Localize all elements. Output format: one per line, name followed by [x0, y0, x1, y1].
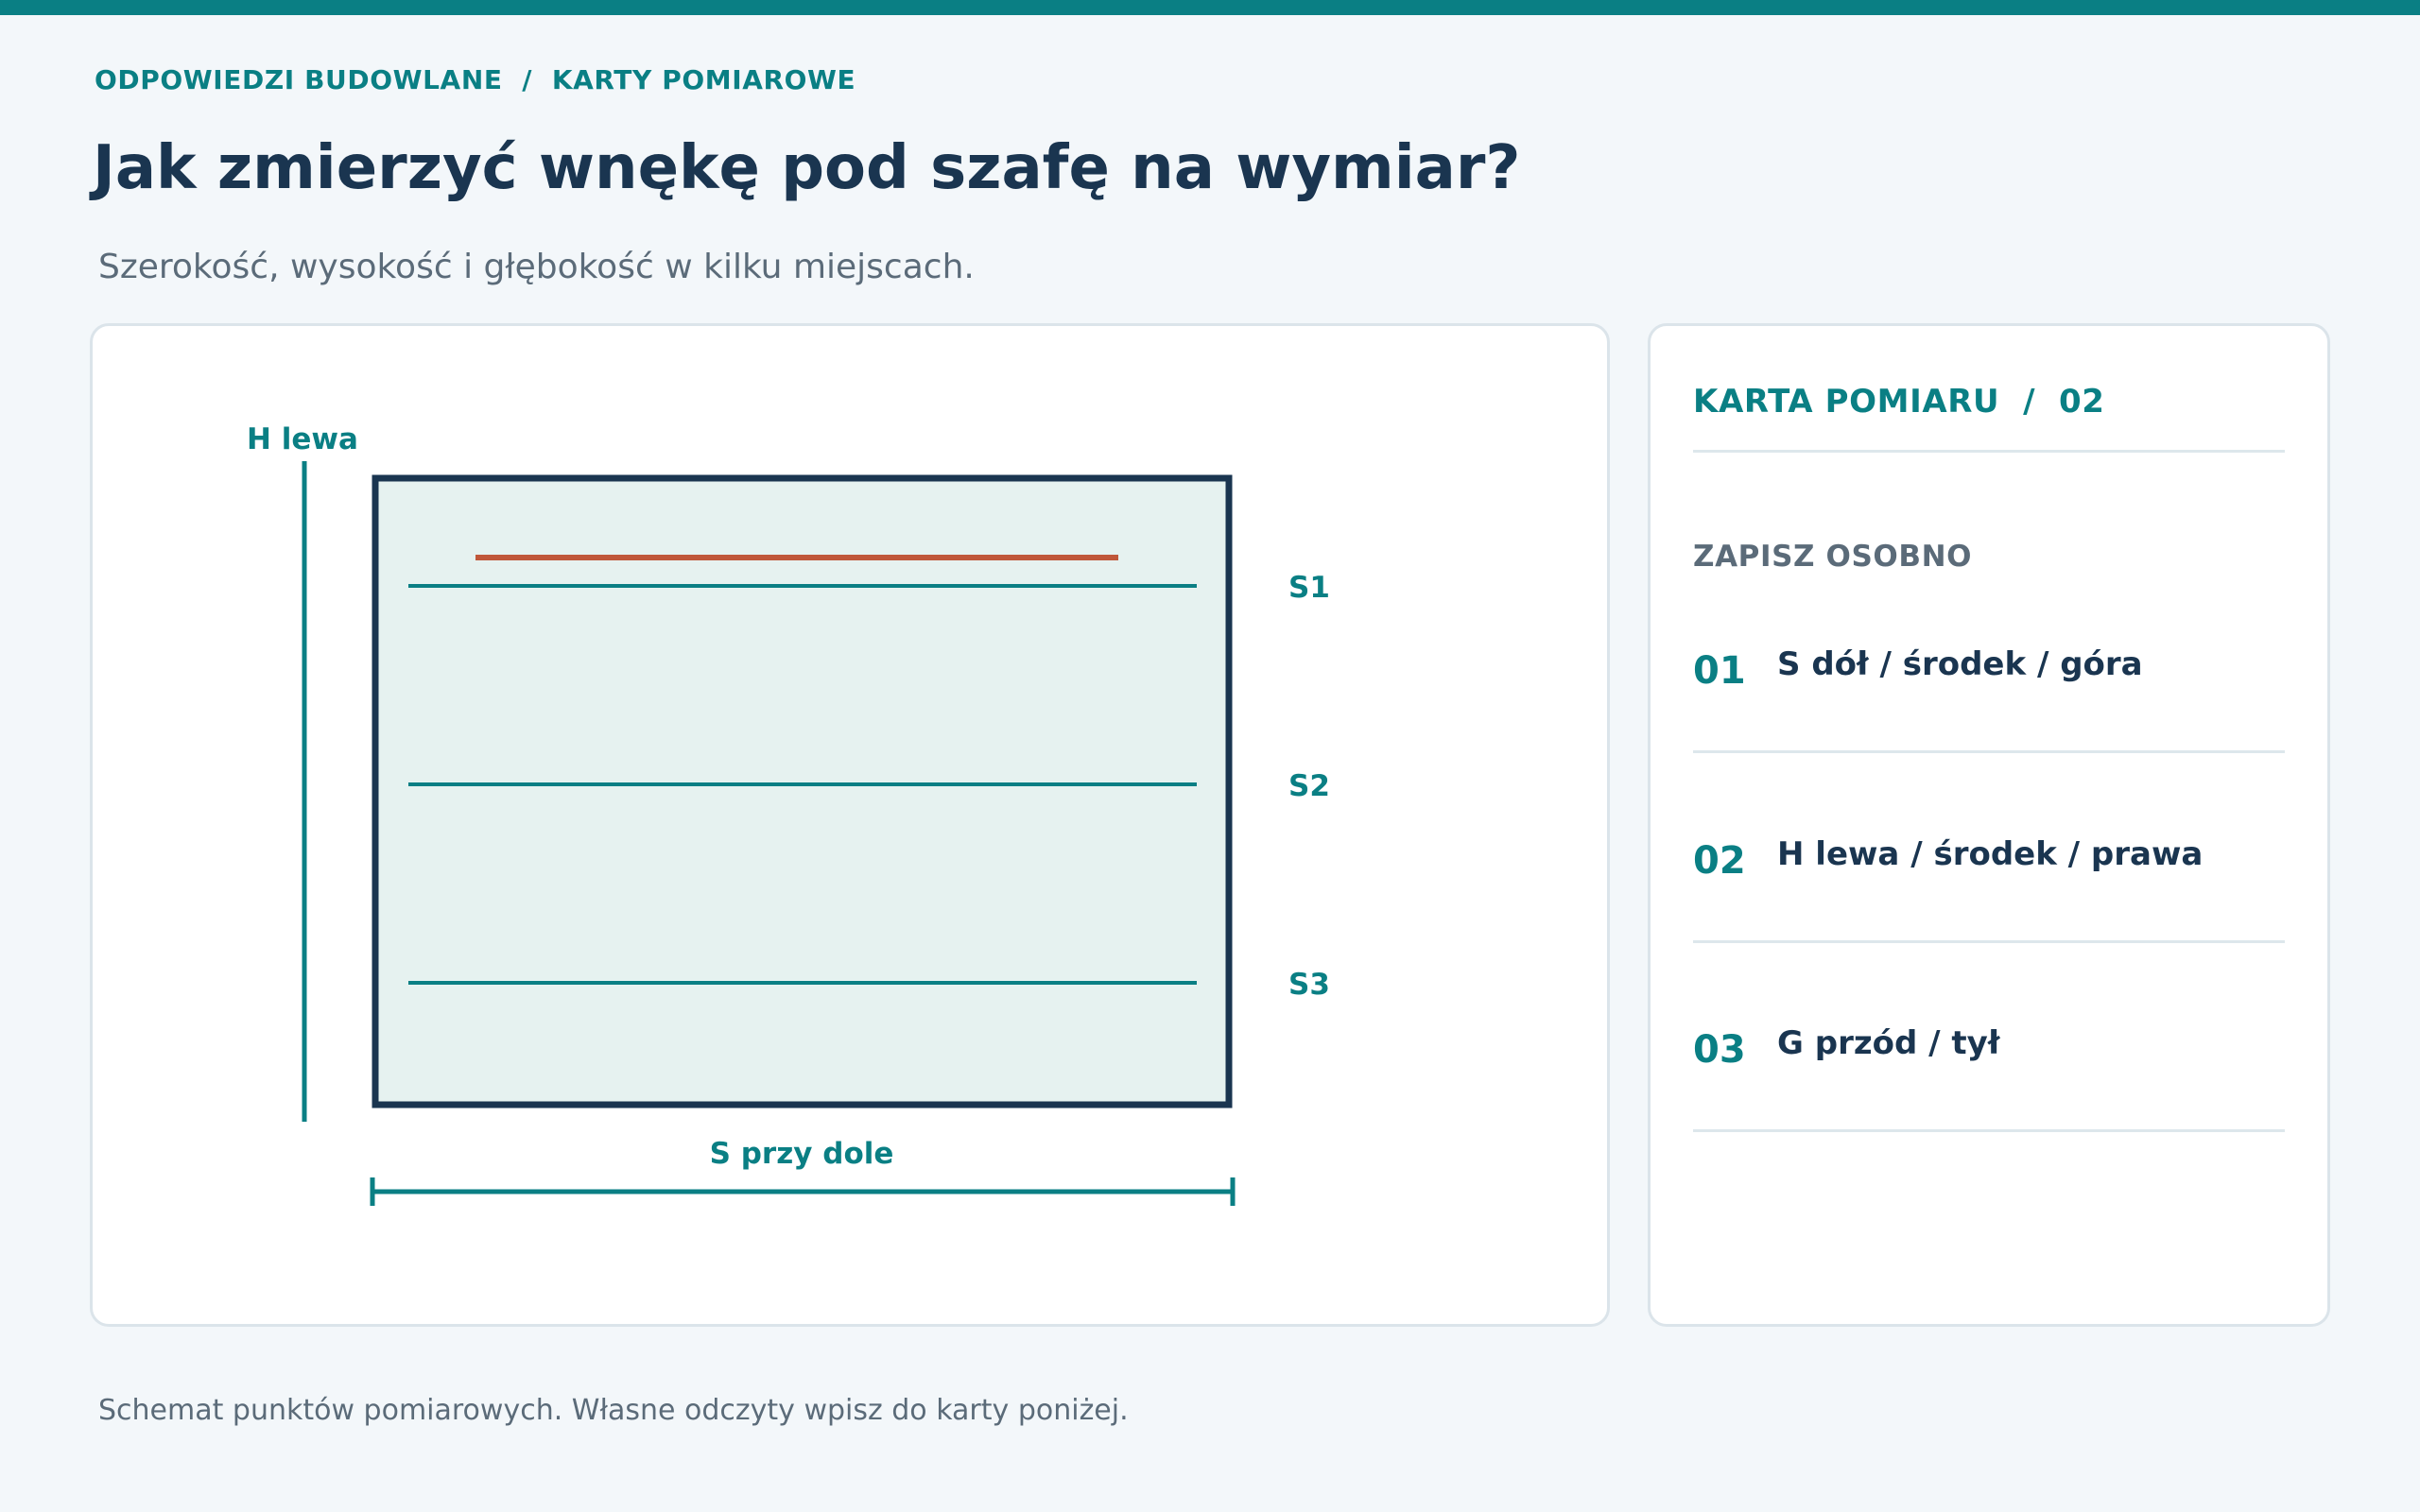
width-label-s1: S1	[1288, 571, 1330, 605]
niche-diagram: S1 S2 S3 H lewa S przy dole	[247, 422, 1330, 1206]
page-subtitle: Szerokość, wysokość i głębokość w kilku …	[98, 248, 975, 286]
list-item: 01 S dół / środek / góra	[1693, 645, 2285, 702]
page-title: Jak zmierzyć wnękę pod szafę na wymiar?	[93, 133, 1521, 203]
breadcrumb-page[interactable]: KARTY POMIAROWE	[552, 64, 856, 95]
niche-frame	[372, 474, 1233, 1108]
card-divider	[1693, 940, 2285, 943]
list-item: 02 H lewa / środek / prawa	[1693, 835, 2285, 892]
height-label: H lewa	[247, 422, 358, 456]
measurement-card: KARTA POMIARU / 02 ZAPISZ OSOBNO 01 S dó…	[1648, 323, 2330, 1327]
measurement-card-separator: /	[2023, 383, 2036, 421]
list-item-number: 03	[1693, 1028, 1746, 1072]
diagram-caption: Schemat punktów pomiarowych. Własne odcz…	[98, 1394, 1129, 1427]
breadcrumb-section[interactable]: ODPOWIEDZI BUDOWLANE	[95, 64, 503, 95]
list-item-text: S dół / środek / góra	[1777, 645, 2143, 683]
width-label-s3: S3	[1288, 968, 1330, 1002]
list-item-text: H lewa / środek / prawa	[1777, 835, 2204, 873]
breadcrumb-separator: /	[522, 64, 533, 95]
breadcrumb: ODPOWIEDZI BUDOWLANE / KARTY POMIAROWE	[95, 64, 856, 95]
measurement-card-label: KARTA POMIARU	[1693, 383, 2000, 421]
list-item-number: 01	[1693, 649, 1746, 693]
width-label-s2: S2	[1288, 769, 1330, 803]
card-divider	[1693, 750, 2285, 753]
list-item-number: 02	[1693, 839, 1746, 883]
list-item: 03 G przód / tył	[1693, 1024, 2285, 1081]
card-divider	[1693, 450, 2285, 453]
top-accent-bar	[0, 0, 2420, 15]
width-dimension-label: S przy dole	[710, 1137, 894, 1171]
measurement-card-title: KARTA POMIARU / 02	[1693, 383, 2105, 421]
list-item-text: G przód / tył	[1777, 1024, 2000, 1062]
measurement-card-number: 02	[2059, 383, 2105, 421]
card-section-heading: ZAPISZ OSOBNO	[1693, 540, 1973, 574]
card-divider	[1693, 1129, 2285, 1132]
diagram-card: S1 S2 S3 H lewa S przy dole	[90, 323, 1610, 1327]
